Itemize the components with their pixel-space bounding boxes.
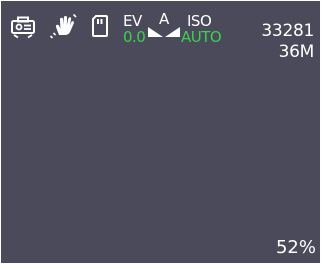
iso-value: AUTO <box>181 28 222 46</box>
camera-mode-icon <box>11 16 35 39</box>
ev-value: 0.0 <box>123 28 146 46</box>
camera-display: EV 0.0 A ISO AUTO 33281 36M 52% <box>1 1 320 263</box>
iso-label: ISO <box>187 12 212 30</box>
metering-letter: A <box>159 10 170 28</box>
resolution: 36M <box>278 42 315 62</box>
sd-card-icon <box>92 15 108 37</box>
image-stabilization-icon <box>49 13 77 39</box>
ev-label: EV <box>123 12 142 30</box>
shots-remaining: 33281 <box>261 21 314 41</box>
battery-level: 52% <box>275 237 316 258</box>
